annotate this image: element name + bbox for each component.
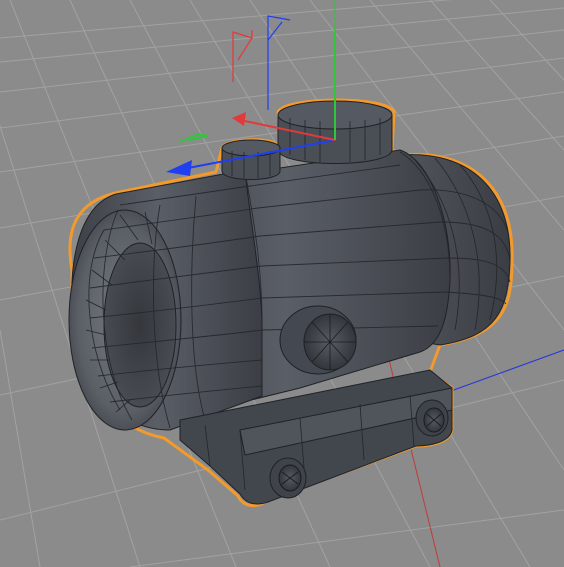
red-dot-sight-mesh[interactable] [68, 98, 514, 507]
3d-viewport[interactable] [0, 0, 564, 567]
side-adjust-knob [279, 305, 357, 375]
mount-screw-rear [415, 399, 449, 437]
mount-screw-front [269, 457, 307, 499]
gizmo-z-arrow[interactable] [166, 160, 192, 176]
gizmo-y-label [179, 132, 209, 143]
world-z-axis [439, 349, 564, 396]
viewport-canvas[interactable] [0, 0, 564, 567]
gizmo-x-arrow[interactable] [232, 112, 246, 126]
